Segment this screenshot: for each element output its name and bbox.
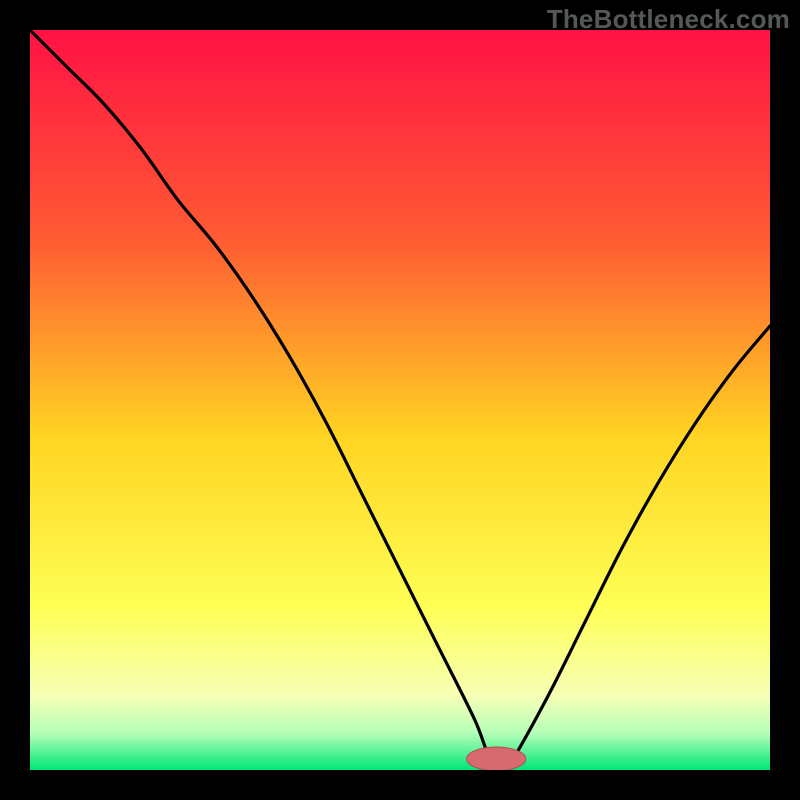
bottleneck-chart — [30, 30, 770, 770]
chart-container: { "watermark": "TheBottleneck.com", "col… — [0, 0, 800, 800]
watermark-text: TheBottleneck.com — [547, 4, 790, 35]
optimal-point-marker — [467, 747, 526, 770]
plot-background — [30, 30, 770, 770]
